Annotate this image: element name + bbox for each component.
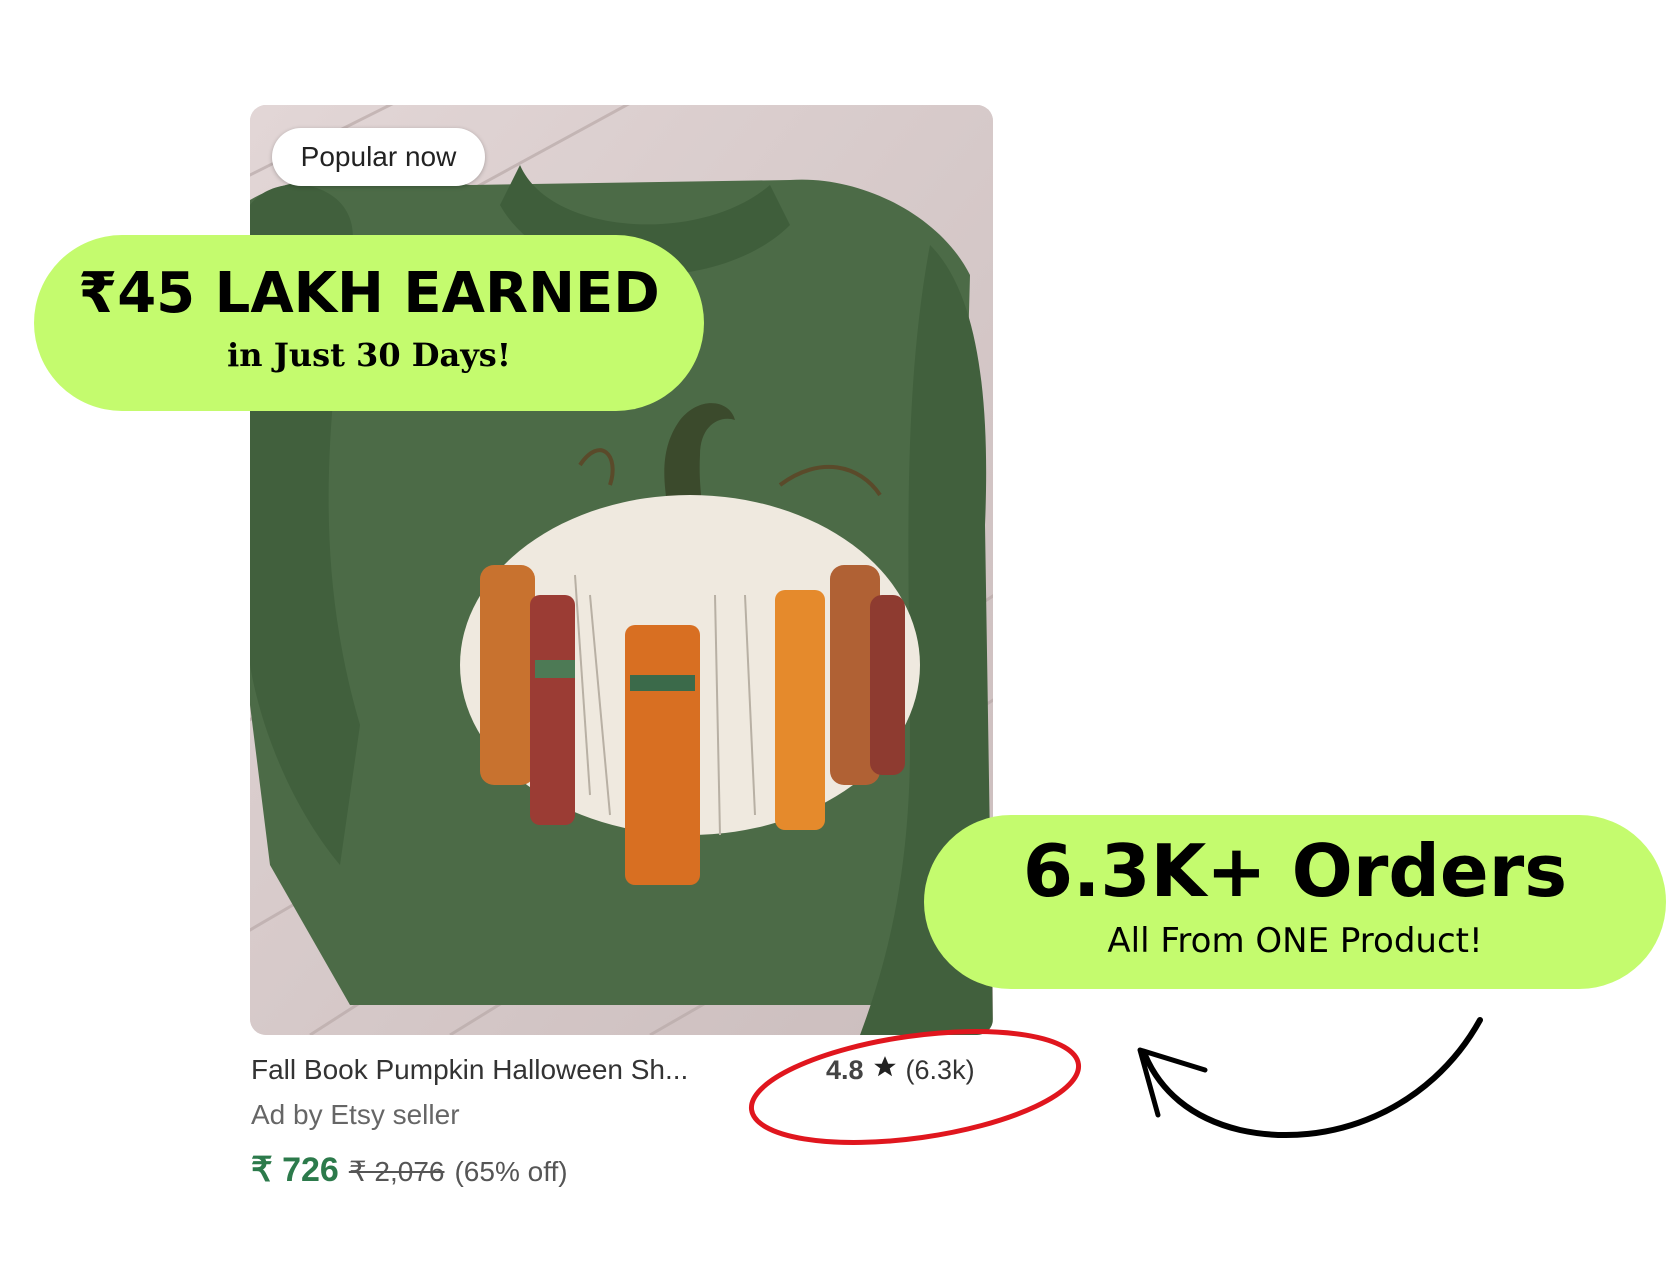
rating-score: 4.8: [826, 1055, 864, 1085]
product-title[interactable]: Fall Book Pumpkin Halloween Sh...: [251, 1054, 688, 1086]
earnings-subtext: in Just 30 Days!: [227, 336, 511, 374]
popular-now-badge: Popular now: [272, 128, 485, 186]
price-original: ₹ 2,076: [348, 1156, 445, 1187]
review-count: (6.3k): [905, 1055, 975, 1085]
discount-label: (65% off): [454, 1156, 568, 1187]
price-current: ₹ 726: [251, 1151, 339, 1189]
orders-subtext: All From ONE Product!: [1107, 921, 1483, 961]
star-icon: [872, 1054, 898, 1087]
red-ellipse-icon: [748, 1029, 1082, 1145]
rating: 4.8 (6.3k): [826, 1054, 975, 1087]
earnings-headline: ₹45 LAKH EARNED: [78, 261, 660, 326]
orders-headline: 6.3K+ Orders: [1022, 829, 1568, 913]
price-row: ₹ 726 ₹ 2,076 (65% off): [251, 1150, 568, 1190]
seller-label: Ad by Etsy seller: [251, 1099, 460, 1130]
orders-callout: 6.3K+ Orders All From ONE Product!: [924, 815, 1666, 989]
earnings-callout: ₹45 LAKH EARNED in Just 30 Days!: [34, 235, 704, 411]
curved-arrow-icon: [1137, 1017, 1483, 1139]
